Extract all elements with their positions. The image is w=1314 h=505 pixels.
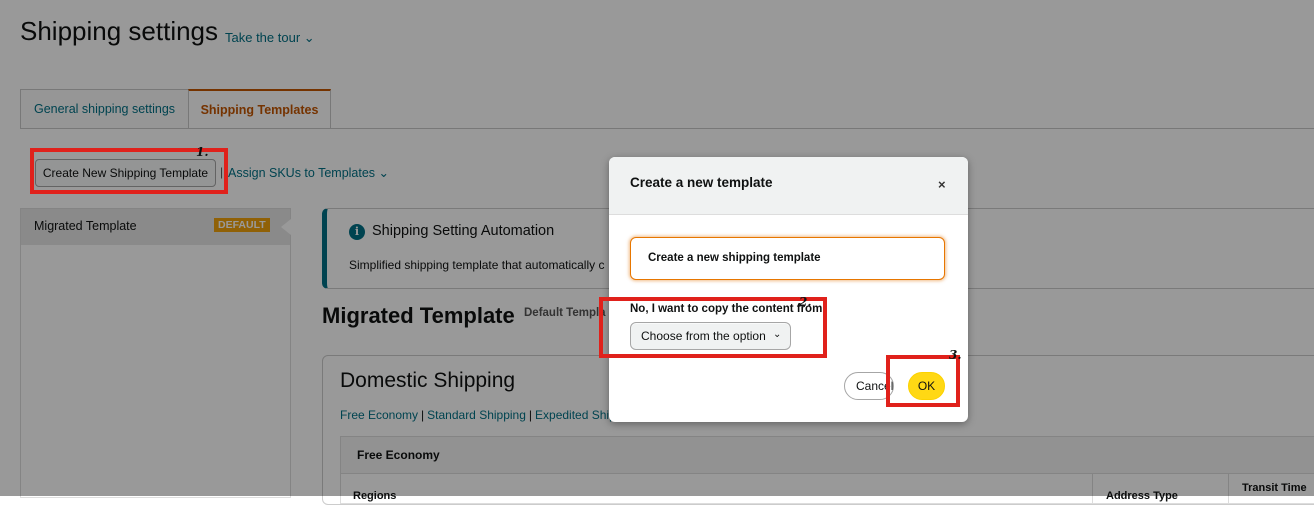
modal-title: Create a new template [630,175,773,190]
highlight-box-step-2 [599,297,827,358]
step-number-2: 2. [799,295,812,309]
highlight-box-step-3 [886,355,960,407]
step-number-1: 1. [196,145,209,159]
option-create-new-label: Create a new shipping template [648,252,821,264]
close-icon[interactable]: × [938,177,946,192]
step-number-3: 3. [949,348,962,362]
